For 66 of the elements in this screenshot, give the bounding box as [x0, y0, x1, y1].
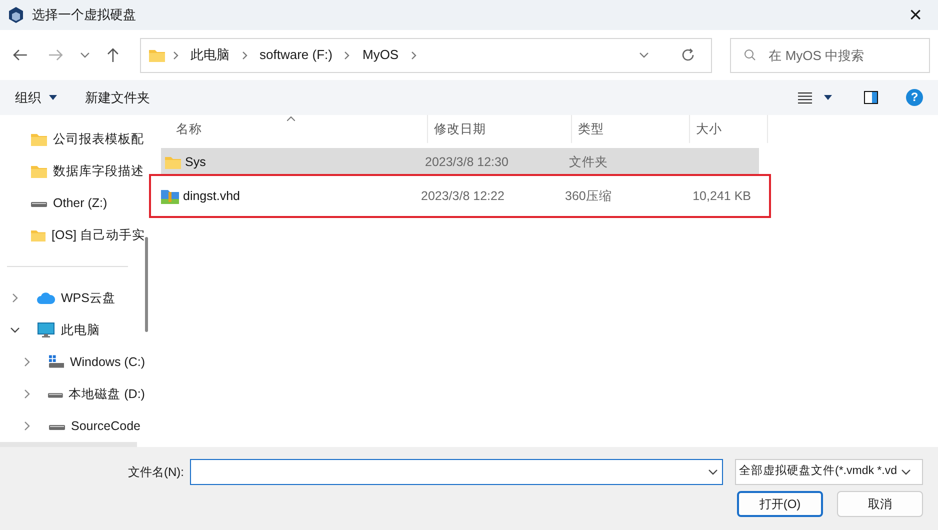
modified-date: 2023/3/8 12:30: [425, 154, 508, 169]
window-title: 选择一个虚拟硬盘: [32, 6, 137, 24]
column-header[interactable]: 大小: [690, 115, 768, 143]
chevron-down-icon: [708, 469, 718, 475]
file-row[interactable]: Sys 2023/3/8 12:30 文件夹: [161, 148, 759, 176]
tree-item[interactable]: 此电脑: [0, 314, 145, 346]
forward-arrow-icon: [48, 48, 64, 62]
folder-icon: [165, 155, 181, 169]
list-view-icon: [798, 92, 812, 104]
column-header[interactable]: 类型: [572, 115, 690, 143]
breadcrumb-item[interactable]: 此电脑: [186, 45, 234, 65]
folder-icon: [31, 164, 47, 178]
file-size: 10,241 KB: [692, 188, 751, 205]
cube-logo-icon: [8, 6, 24, 24]
chevron-down-icon: [638, 52, 649, 58]
cancel-button[interactable]: 取消: [837, 491, 923, 517]
search-icon: [744, 48, 756, 60]
tree-item[interactable]: WPS云盘: [0, 282, 145, 314]
sidebar-item[interactable]: 公司报表模板配: [0, 123, 145, 155]
cloud-icon: [37, 291, 55, 305]
filename-label: 文件名(N):: [128, 464, 184, 481]
chevron-right-icon: [172, 50, 179, 60]
file-name: Sys: [185, 154, 206, 171]
file-type-dropdown[interactable]: 全部虚拟硬盘文件(*.vmdk *.vd: [735, 459, 923, 485]
file-row[interactable]: dingst.vhd 2023/3/8 12:22 360压缩 10,241 KB: [157, 182, 763, 210]
breadcrumb-item[interactable]: software (F:): [256, 45, 336, 65]
chevron-down-icon: [901, 469, 911, 475]
caret-icon: [824, 95, 832, 100]
tree-item[interactable]: SourceCode: [0, 410, 145, 442]
breadcrumb-item[interactable]: MyOS: [358, 45, 403, 65]
monitor-icon: [37, 322, 55, 338]
chevron-right-icon: [410, 50, 417, 60]
up-arrow-icon: [106, 47, 120, 63]
folder-icon: [148, 48, 165, 62]
folder-icon: [31, 132, 47, 146]
file-type: 360压缩: [565, 188, 612, 203]
windows-drive-icon: [48, 355, 64, 369]
open-button[interactable]: 打开(O): [737, 491, 823, 517]
folder-icon: [31, 228, 46, 242]
modified-date: 2023/3/8 12:22: [421, 188, 504, 203]
file-type: 文件夹: [569, 154, 608, 169]
address-bar[interactable]: 此电脑 software (F:) MyOS: [140, 38, 712, 72]
search-field[interactable]: 在 MyOS 中搜索: [730, 38, 930, 72]
sidebar-item[interactable]: Other (Z:): [0, 187, 145, 219]
close-button[interactable]: ×: [901, 4, 930, 26]
chevron-down-icon: [80, 52, 90, 58]
organize-button[interactable]: 组织: [15, 88, 57, 108]
filename-field[interactable]: [190, 459, 723, 485]
column-header[interactable]: 修改日期: [428, 115, 572, 143]
help-button[interactable]: ?: [906, 89, 923, 106]
file-name: dingst.vhd: [183, 188, 240, 205]
column-header[interactable]: 名称: [170, 115, 428, 143]
new-folder-button[interactable]: 新建文件夹: [85, 88, 150, 108]
tree-item[interactable]: 本地磁盘 (D:): [0, 378, 145, 410]
view-menu-button[interactable]: [798, 92, 832, 104]
sort-caret-icon: [287, 116, 295, 121]
chevron-right-icon: [344, 50, 350, 60]
chevron-right-icon: [242, 50, 248, 60]
tree-item[interactable]: Windows (C:): [0, 346, 145, 378]
caret-icon: [49, 95, 57, 100]
sidebar-item[interactable]: 数据库字段描述: [0, 155, 145, 187]
preview-pane-icon: [864, 91, 878, 104]
back-arrow-icon: [12, 48, 28, 62]
refresh-icon: [680, 48, 695, 62]
archive-icon: [161, 188, 179, 204]
sidebar-item[interactable]: [OS] 自己动手实: [0, 219, 145, 251]
